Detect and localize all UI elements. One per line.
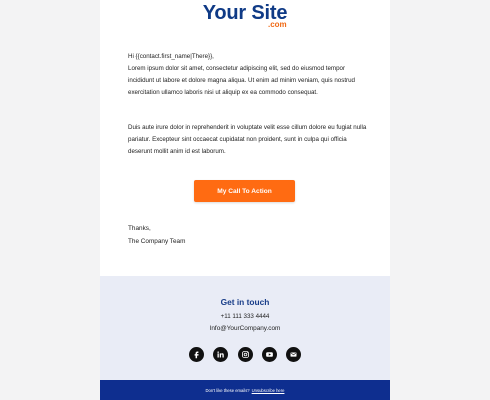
logo[interactable]: Your Site .com [100,2,390,29]
email-body: Your Site .com Hi {{contact.first_name|T… [100,0,390,400]
unsubscribe-bar: Don't like these emails? Unsubscribe her… [100,380,390,400]
instagram-icon[interactable] [237,346,253,362]
footer-title: Get in touch [220,297,270,307]
footer-phone[interactable]: +11 111 333 4444 [100,313,390,320]
paragraph-1: Lorem ipsum dolor sit amet, consectetur … [128,65,355,97]
signoff-team: The Company Team [128,237,186,245]
unsubscribe-prompt: Don't like these emails? [205,387,250,393]
social-links [189,346,301,362]
linkedin-icon[interactable] [213,346,229,362]
email-icon[interactable] [286,346,301,362]
logo-tld: .com [268,20,287,29]
signoff-thanks: Thanks, [128,225,151,232]
footer: Get in touch +11 111 333 4444 Info@YourC… [100,276,390,380]
greeting: Hi {{contact.first_name|There}}, [128,53,214,60]
facebook-icon[interactable] [189,346,204,362]
footer-email[interactable]: Info@YourCompany.com [100,325,390,332]
youtube-icon[interactable] [261,346,277,362]
signoff: Thanks, The Company Team [128,223,185,248]
paragraph-2: Duis aute irure dolor in reprehenderit i… [128,124,367,156]
cta-button[interactable]: My Call To Action [194,180,295,202]
unsubscribe-link[interactable]: Unsubscribe here [252,388,285,393]
